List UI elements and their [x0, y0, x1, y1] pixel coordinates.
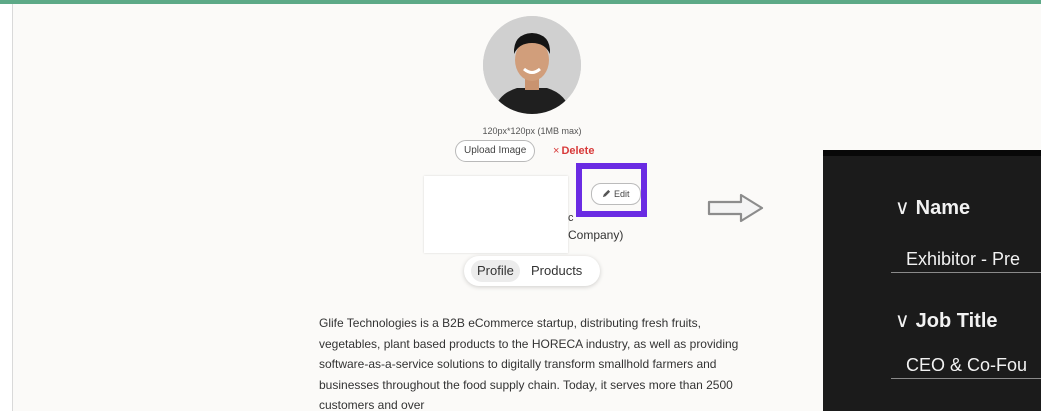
job-title-label: Job Title [915, 310, 998, 332]
edit-highlight-box [576, 163, 647, 217]
redacted-company-info [424, 176, 568, 253]
profile-avatar[interactable] [483, 16, 581, 114]
tab-profile[interactable]: Profile [471, 260, 520, 282]
name-field[interactable]: Exhibitor - Pre [891, 245, 1041, 273]
delete-image-button[interactable]: × Delete [553, 145, 594, 157]
person-photo [483, 16, 581, 114]
name-section-toggle[interactable]: ∨ Name [895, 195, 970, 220]
chevron-down-icon: ∨ [895, 197, 910, 219]
company-info-partial-line: c [568, 212, 574, 224]
right-arrow-icon [707, 193, 764, 223]
company-info-partial-line: Company) [568, 228, 624, 242]
close-icon: × [553, 145, 560, 157]
avatar-size-hint: 120px*120px (1MB max) [482, 126, 582, 136]
profile-tabs: Profile Products [464, 256, 600, 286]
job-title-section-toggle[interactable]: ∨ Job Title [895, 308, 998, 333]
name-label: Name [915, 197, 971, 219]
job-title-field[interactable]: CEO & Co-Fou [891, 351, 1041, 379]
company-description: Glife Technologies is a B2B eCommerce st… [319, 316, 739, 412]
profile-fields-panel: ∨ Name Exhibitor - Pre ∨ Job Title CEO & C… [823, 150, 1041, 411]
chevron-down-icon: ∨ [895, 310, 910, 332]
delete-label: Delete [561, 145, 595, 157]
tab-products[interactable]: Products [525, 260, 588, 282]
upload-image-button[interactable]: Upload Image [455, 140, 536, 162]
panel-top-bar [823, 150, 1041, 156]
